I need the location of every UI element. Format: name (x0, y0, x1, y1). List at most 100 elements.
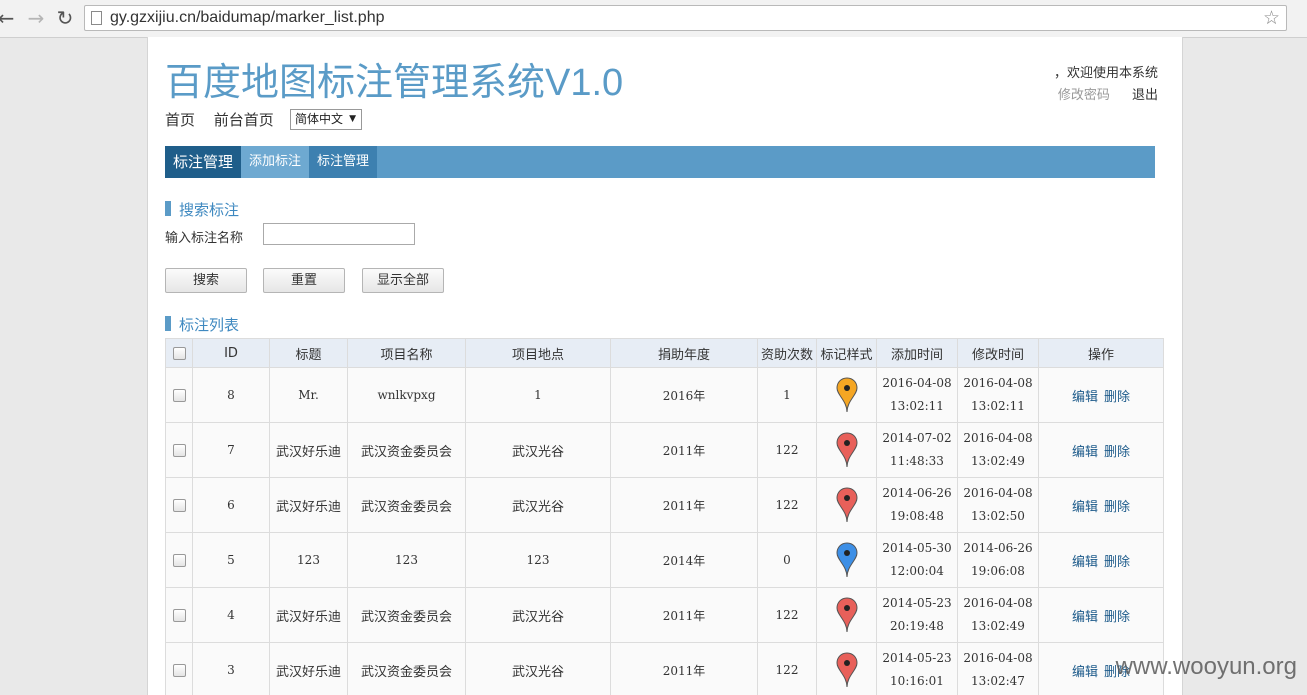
edit-link[interactable]: 编辑 (1072, 500, 1098, 515)
time-text: 19:06:08 (971, 564, 1025, 578)
time-text: 13:02:47 (971, 674, 1025, 688)
table-row: 6 武汉好乐迪 武汉资金委员会 武汉光谷 2011年 122 2014-06-26 19:08… (165, 477, 1164, 533)
marker-name-input[interactable] (263, 223, 415, 245)
table-row: 3 武汉好乐迪 武汉资金委员会 武汉光谷 2011年 122 2014-05-23 10:16… (165, 642, 1164, 695)
forward-arrow-icon[interactable]: → (26, 6, 46, 30)
edit-link[interactable]: 编辑 (1072, 445, 1098, 460)
actions-cell: 编辑 删除 (1038, 477, 1164, 533)
row-checkbox[interactable] (172, 609, 186, 622)
table-row: 5 123 123 123 2014年 0 2014-05-30 12:00:04 2014-0… (165, 532, 1164, 588)
time-text: 13:02:49 (971, 619, 1025, 633)
back-arrow-icon[interactable]: ← (0, 6, 16, 30)
funding-count-cell: 122 (757, 477, 817, 533)
column-header: ID (192, 338, 270, 368)
row-checkbox[interactable] (172, 664, 186, 677)
marker-style-cell (816, 477, 877, 533)
delete-link[interactable]: 删除 (1104, 500, 1130, 515)
id-cell: 6 (192, 477, 270, 533)
funding-count-cell: 1 (757, 367, 817, 423)
row-checkbox-cell (165, 422, 193, 478)
date-text: 2014-05-30 (882, 541, 952, 555)
nav-front-link[interactable]: 前台首页 (214, 111, 274, 129)
address-bar[interactable]: gy.gzxijiu.cn/baidumap/marker_list.php ☆ (84, 5, 1287, 31)
menu-item-add-marker[interactable]: 添加标注 (241, 146, 309, 178)
donation-year-cell: 2011年 (610, 642, 758, 695)
actions-cell: 编辑 删除 (1038, 587, 1164, 643)
title-cell: 武汉好乐迪 (269, 642, 348, 695)
actions-cell: 编辑 删除 (1038, 422, 1164, 478)
row-checkbox-cell (165, 642, 193, 695)
project-location-cell: 123 (465, 532, 611, 588)
map-pin-icon (835, 597, 858, 633)
marker-style-cell (816, 367, 877, 423)
row-checkbox[interactable] (172, 499, 186, 512)
column-header: 资助次数 (757, 338, 817, 368)
funding-count-cell: 0 (757, 532, 817, 588)
watermark: www.wooyun.org (1115, 653, 1297, 680)
row-checkbox-cell (165, 477, 193, 533)
project-name-cell: wnlkvpxg (347, 367, 466, 423)
delete-link[interactable]: 删除 (1104, 610, 1130, 625)
column-header: 项目名称 (347, 338, 466, 368)
marker-style-cell (816, 587, 877, 643)
edit-link[interactable]: 编辑 (1072, 610, 1098, 625)
modified-time-cell: 2014-06-26 19:06:08 (957, 532, 1039, 588)
date-text: 2016-04-08 (963, 486, 1033, 500)
edit-link[interactable]: 编辑 (1072, 665, 1098, 680)
column-header: 捐助年度 (610, 338, 758, 368)
id-cell: 7 (192, 422, 270, 478)
delete-link[interactable]: 删除 (1104, 390, 1130, 405)
nav-home-link[interactable]: 首页 (165, 111, 195, 129)
site-title: 百度地图标注管理系统V1.0 (165, 62, 624, 104)
menu-item-marker-management-active[interactable]: 标注管理 (165, 146, 241, 178)
time-text: 11:48:33 (890, 454, 944, 468)
funding-count-cell: 122 (757, 642, 817, 695)
added-time-cell: 2014-05-23 20:19:48 (876, 587, 958, 643)
change-password-link[interactable]: 修改密码 (1058, 88, 1110, 103)
row-checkbox-cell (165, 587, 193, 643)
added-time-cell: 2014-06-26 19:08:48 (876, 477, 958, 533)
time-text: 10:16:01 (890, 674, 944, 688)
row-checkbox[interactable] (172, 389, 186, 402)
column-header: 项目地点 (465, 338, 611, 368)
actions-cell: 编辑 删除 (1038, 532, 1164, 588)
logout-link[interactable]: 退出 (1132, 88, 1158, 103)
time-text: 13:02:11 (971, 399, 1025, 413)
language-select-value: 简体中文 (295, 112, 344, 126)
donation-year-cell: 2011年 (610, 422, 758, 478)
language-select[interactable]: 简体中文 ▼ (290, 109, 362, 130)
menu-bar: 标注管理 添加标注 标注管理 (165, 146, 1155, 178)
actions-cell: 编辑 删除 (1038, 367, 1164, 423)
reload-icon[interactable]: ↻ (55, 6, 75, 30)
marker-table: ID 标题 项目名称 项目地点 捐助年度 资助次数 标记样式 添加时间 修改时间… (165, 338, 1164, 695)
select-all-checkbox[interactable] (172, 346, 186, 360)
date-text: 2016-04-08 (963, 376, 1033, 390)
time-text: 13:02:50 (971, 509, 1025, 523)
id-cell: 5 (192, 532, 270, 588)
added-time-cell: 2014-05-30 12:00:04 (876, 532, 958, 588)
menu-item-marker-management[interactable]: 标注管理 (309, 146, 377, 178)
column-header: 添加时间 (876, 338, 958, 368)
url-text[interactable]: gy.gzxijiu.cn/baidumap/marker_list.php (110, 9, 385, 27)
bookmark-star-icon[interactable]: ☆ (1263, 7, 1280, 29)
funding-count-cell: 122 (757, 587, 817, 643)
delete-link[interactable]: 删除 (1104, 555, 1130, 570)
column-header: 标记样式 (816, 338, 877, 368)
table-header-row: ID 标题 项目名称 项目地点 捐助年度 资助次数 标记样式 添加时间 修改时间… (165, 338, 1164, 368)
project-location-cell: 武汉光谷 (465, 477, 611, 533)
edit-link[interactable]: 编辑 (1072, 555, 1098, 570)
delete-link[interactable]: 删除 (1104, 445, 1130, 460)
date-text: 2014-05-23 (882, 596, 952, 610)
project-name-cell: 123 (347, 532, 466, 588)
time-text: 13:02:11 (890, 399, 944, 413)
map-pin-icon (835, 542, 858, 578)
page-content: 百度地图标注管理系统V1.0 ，欢迎使用本系统 修改密码 退出 首页 前台首页 … (147, 37, 1183, 695)
row-checkbox[interactable] (172, 554, 186, 567)
reset-button[interactable]: 重置 (263, 268, 345, 293)
show-all-button[interactable]: 显示全部 (362, 268, 444, 293)
top-nav: 首页 前台首页 (165, 109, 288, 130)
search-button[interactable]: 搜索 (165, 268, 247, 293)
marker-style-cell (816, 642, 877, 695)
row-checkbox[interactable] (172, 444, 186, 457)
edit-link[interactable]: 编辑 (1072, 390, 1098, 405)
